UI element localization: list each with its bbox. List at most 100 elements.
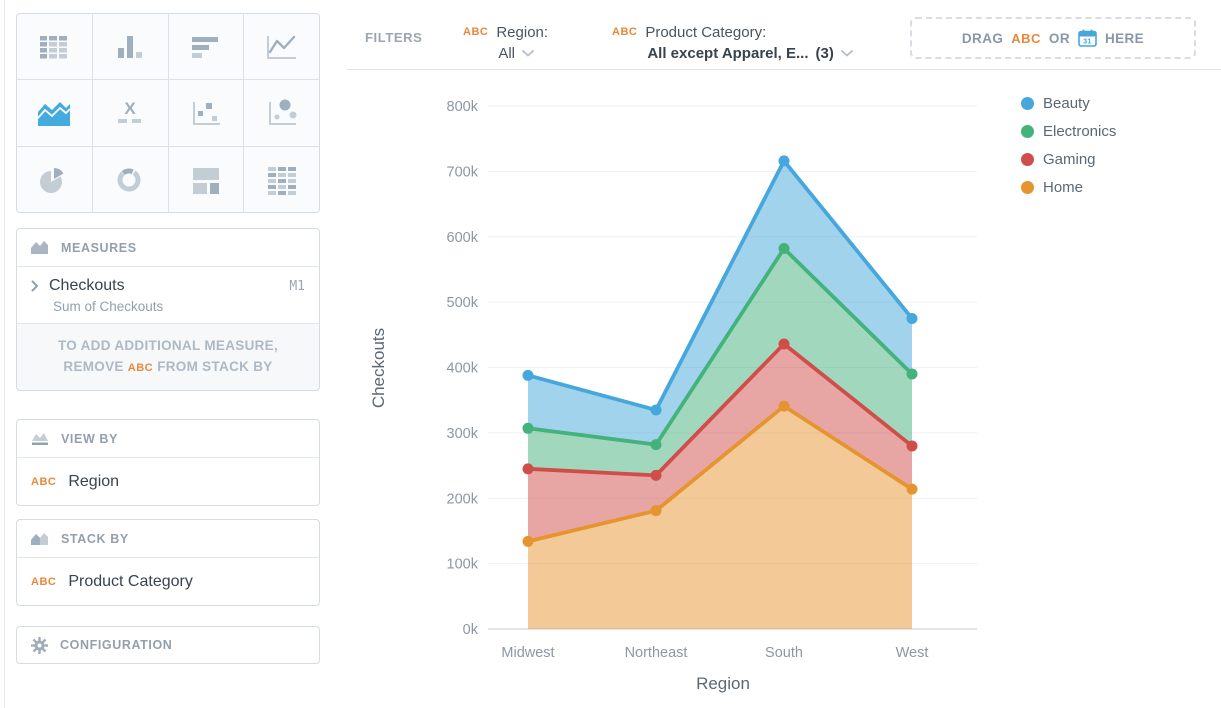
tile-scatter[interactable] xyxy=(169,80,244,145)
tile-bar-chart[interactable] xyxy=(93,14,168,79)
abc-chip: ABC xyxy=(31,476,56,488)
data-point-gaming-west[interactable] xyxy=(907,440,918,451)
measure-row-checkouts[interactable]: Checkouts M1 Sum of Checkouts xyxy=(17,267,319,323)
tile-line-chart[interactable] xyxy=(244,14,319,79)
chevron-right-icon[interactable] xyxy=(31,280,39,292)
data-point-beauty-west[interactable] xyxy=(907,313,918,324)
horizontal-bar-chart-icon xyxy=(184,28,228,66)
filter-category-dropdown[interactable]: All except Apparel, E... (3) xyxy=(645,45,853,62)
data-point-home-northeast[interactable] xyxy=(651,505,662,516)
filter-category-name: Product Category: xyxy=(645,24,853,41)
gear-icon xyxy=(31,637,48,654)
measures-header: MEASURES xyxy=(17,229,319,267)
donut-chart-icon xyxy=(108,160,152,198)
tile-kpi[interactable]: X xyxy=(93,80,168,145)
x-tick-label: Midwest xyxy=(501,645,554,661)
filter-drop-zone[interactable]: DRAG ABC OR 31 HERE xyxy=(910,17,1196,59)
drop-zone-here: HERE xyxy=(1105,31,1144,46)
tile-bubble[interactable] xyxy=(244,80,319,145)
legend-item-gaming[interactable]: Gaming xyxy=(1021,151,1116,168)
line-chart-icon xyxy=(260,28,304,66)
svg-text:X: X xyxy=(124,99,136,118)
stack-by-area-icon xyxy=(31,531,49,546)
tile-donut[interactable] xyxy=(93,147,168,212)
legend-dot xyxy=(1021,97,1034,110)
area-chart-icon xyxy=(32,94,76,132)
measures-note-post: FROM STACK BY xyxy=(157,359,272,374)
data-point-electronics-west[interactable] xyxy=(907,369,918,380)
measure-subtitle: Sum of Checkouts xyxy=(53,299,305,314)
data-point-beauty-south[interactable] xyxy=(779,155,790,166)
abc-chip: ABC xyxy=(612,26,637,62)
tile-treemap[interactable] xyxy=(169,147,244,212)
y-tick-label: 0k xyxy=(463,622,479,638)
y-tick-label: 600k xyxy=(447,230,479,246)
legend-dot xyxy=(1021,153,1034,166)
measure-name: Checkouts xyxy=(49,277,125,295)
y-tick-label: 500k xyxy=(447,295,479,311)
measures-note: TO ADD ADDITIONAL MEASURE, REMOVE ABC FR… xyxy=(17,323,319,390)
data-point-electronics-midwest[interactable] xyxy=(523,423,534,434)
filter-region-name: Region: xyxy=(496,24,548,41)
legend-label: Gaming xyxy=(1043,151,1096,168)
calendar-icon: 31 xyxy=(1078,29,1097,47)
legend-item-beauty[interactable]: Beauty xyxy=(1021,95,1116,112)
tile-area-chart[interactable] xyxy=(17,80,92,145)
treemap-icon xyxy=(184,160,228,198)
heatmap-icon xyxy=(260,160,304,198)
data-point-beauty-northeast[interactable] xyxy=(651,404,662,415)
filter-category-count: (3) xyxy=(816,45,834,62)
measures-header-label: MEASURES xyxy=(61,241,137,255)
data-point-gaming-south[interactable] xyxy=(779,338,790,349)
filter-region-dropdown[interactable]: All xyxy=(496,45,548,62)
data-point-gaming-northeast[interactable] xyxy=(651,470,662,481)
stack-by-field-product-category[interactable]: ABC Product Category xyxy=(17,558,319,605)
data-point-home-west[interactable] xyxy=(907,484,918,495)
legend-item-electronics[interactable]: Electronics xyxy=(1021,123,1116,140)
data-point-electronics-south[interactable] xyxy=(779,243,790,254)
data-point-electronics-northeast[interactable] xyxy=(651,439,662,450)
configuration-label: CONFIGURATION xyxy=(60,638,172,652)
y-tick-label: 300k xyxy=(447,426,479,442)
abc-chip: ABC xyxy=(128,362,153,374)
x-tick-label: South xyxy=(765,645,803,661)
abc-chip: ABC xyxy=(1011,31,1041,46)
drop-zone-drag: DRAG xyxy=(962,31,1003,46)
data-point-home-south[interactable] xyxy=(779,401,790,412)
tile-horizontal-bar-chart[interactable] xyxy=(169,14,244,79)
configuration-button[interactable]: CONFIGURATION xyxy=(16,626,320,664)
stack-by-header: STACK BY xyxy=(17,520,319,558)
bar-chart-icon xyxy=(108,28,152,66)
chevron-down-icon xyxy=(841,50,853,57)
legend-item-home[interactable]: Home xyxy=(1021,179,1116,196)
chart-type-picker: X xyxy=(16,13,320,213)
filter-region-value: All xyxy=(498,45,515,62)
y-tick-label: 700k xyxy=(447,164,479,180)
filter-product-category: ABC Product Category: All except Apparel… xyxy=(612,24,853,62)
data-point-gaming-midwest[interactable] xyxy=(523,463,534,474)
view-by-field-region[interactable]: ABC Region xyxy=(17,458,319,505)
measures-panel: MEASURES Checkouts M1 Sum of Checkouts T… xyxy=(16,228,320,391)
chevron-down-icon xyxy=(522,50,534,57)
data-point-beauty-midwest[interactable] xyxy=(523,370,534,381)
y-axis-title: Checkouts xyxy=(369,328,388,408)
y-tick-label: 100k xyxy=(447,557,479,573)
stacked-area-chart: 0k100k200k300k400k500k600k700k800kMidwes… xyxy=(345,80,1005,708)
pie-chart-icon xyxy=(32,160,76,198)
filters-label: FILTERS xyxy=(365,30,422,45)
scatter-icon xyxy=(184,94,228,132)
tile-table[interactable] xyxy=(17,14,92,79)
view-by-header-label: VIEW BY xyxy=(61,432,118,446)
abc-chip: ABC xyxy=(463,26,488,62)
table-icon xyxy=(32,28,76,66)
x-axis-title: Region xyxy=(696,674,750,693)
tile-heatmap[interactable] xyxy=(244,147,319,212)
filter-category-value: All except Apparel, E... xyxy=(647,45,808,62)
svg-text:31: 31 xyxy=(1083,39,1092,46)
data-point-home-midwest[interactable] xyxy=(523,536,534,547)
measure-badge: M1 xyxy=(289,279,305,294)
panel-edge-divider xyxy=(4,0,5,708)
y-tick-label: 400k xyxy=(447,361,479,377)
tile-pie[interactable] xyxy=(17,147,92,212)
view-by-header: VIEW BY xyxy=(17,420,319,458)
